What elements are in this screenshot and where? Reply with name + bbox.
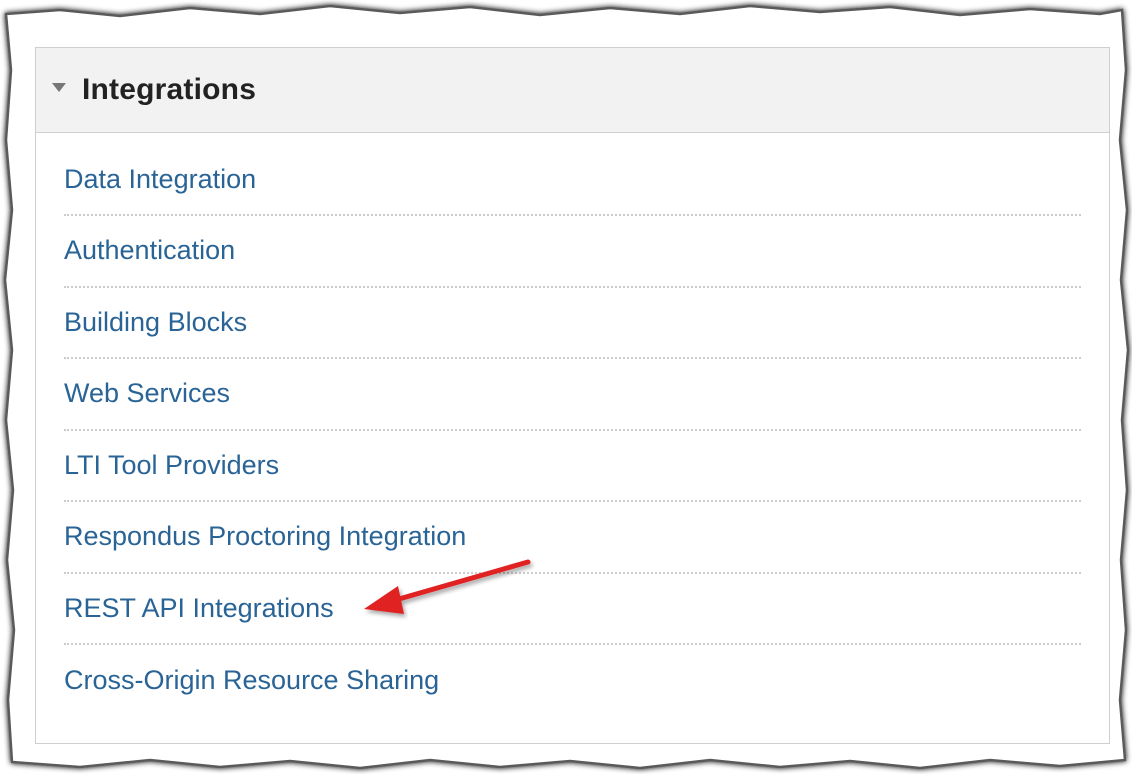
collapse-triangle-icon[interactable] <box>52 82 66 92</box>
screenshot-stage: Integrations Data Integration Authentica… <box>0 0 1132 774</box>
link-authentication[interactable]: Authentication <box>64 235 235 266</box>
list-item: Respondus Proctoring Integration <box>64 502 1081 574</box>
integrations-link-list: Data Integration Authentication Building… <box>36 133 1109 717</box>
panel-header[interactable]: Integrations <box>36 48 1109 133</box>
link-data-integration[interactable]: Data Integration <box>64 164 256 195</box>
link-web-services[interactable]: Web Services <box>64 378 230 409</box>
link-respondus-proctoring-integration[interactable]: Respondus Proctoring Integration <box>64 521 466 552</box>
list-item: LTI Tool Providers <box>64 431 1081 502</box>
panel-title: Integrations <box>82 73 257 106</box>
list-item: Web Services <box>64 359 1081 431</box>
list-item: Cross-Origin Resource Sharing <box>64 645 1081 717</box>
link-rest-api-integrations[interactable]: REST API Integrations <box>64 593 334 624</box>
link-lti-tool-providers[interactable]: LTI Tool Providers <box>64 450 279 481</box>
link-cross-origin-resource-sharing[interactable]: Cross-Origin Resource Sharing <box>64 665 439 696</box>
list-item: Authentication <box>64 216 1081 288</box>
list-item: Data Integration <box>64 133 1081 216</box>
list-item: Building Blocks <box>64 288 1081 359</box>
list-item: REST API Integrations <box>64 574 1081 645</box>
link-building-blocks[interactable]: Building Blocks <box>64 307 247 338</box>
integrations-panel: Integrations Data Integration Authentica… <box>35 47 1110 744</box>
